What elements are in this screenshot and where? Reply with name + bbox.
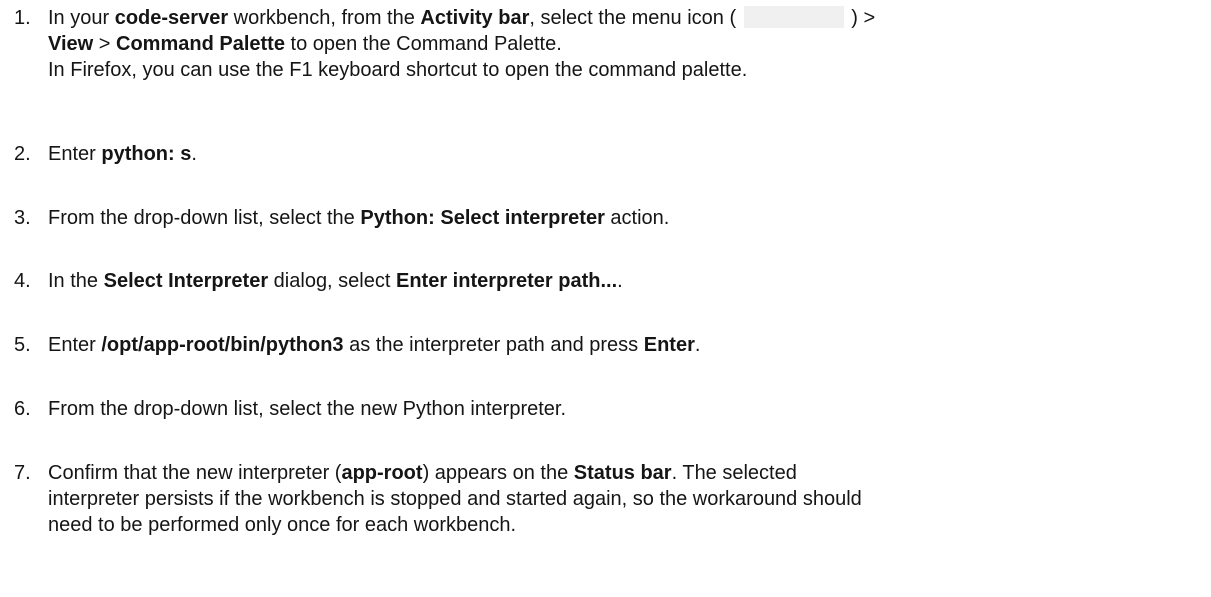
text: interpreter persists if the workbench is… [48, 488, 862, 510]
step-body: From the drop-down list, select the new … [48, 396, 1188, 422]
step-line: In the Select Interpreter dialog, select… [48, 268, 1188, 294]
text: action. [604, 207, 670, 229]
text: workbench, from the [228, 7, 421, 29]
ui-term: View [48, 33, 94, 55]
bold-text: python: s [101, 143, 192, 165]
text: Enter [48, 143, 102, 165]
text: In the [48, 270, 104, 292]
ui-term: Status bar [573, 462, 672, 484]
step-line: In Firefox, you can use the F1 keyboard … [48, 57, 1188, 83]
text: In Firefox, you can use the F1 keyboard … [48, 59, 748, 81]
text: From the drop-down list, select the new … [48, 398, 567, 420]
text: From the drop-down list, select the [48, 207, 361, 229]
text: Confirm that the new interpreter ( [48, 462, 342, 484]
text: ) > [845, 7, 876, 29]
step-body: Enter /opt/app-root/bin/python3 as the i… [48, 332, 1188, 358]
step-line: Enter /opt/app-root/bin/python3 as the i… [48, 332, 1188, 358]
step-line: From the drop-down list, select the new … [48, 396, 1188, 422]
step-number: 6. [14, 398, 31, 420]
step-number: 7. [14, 462, 31, 484]
step-line: Enter python: s. [48, 141, 1188, 167]
text: . [694, 334, 701, 356]
step-body: In the Select Interpreter dialog, select… [48, 268, 1188, 294]
step-body: From the drop-down list, select the Pyth… [48, 205, 1188, 231]
ui-term: Activity bar [420, 7, 530, 29]
ui-term: Command Palette [116, 33, 285, 55]
step-number: 1. [14, 7, 31, 29]
menu-icon [743, 6, 844, 28]
text: . The selected [671, 462, 797, 484]
ui-term: Python: Select interpreter [360, 207, 605, 229]
text: Enter [48, 334, 102, 356]
step-line: Confirm that the new interpreter (app-ro… [48, 460, 1188, 486]
step-number: 5. [14, 334, 31, 356]
step-line: View > Command Palette to open the Comma… [48, 31, 1188, 57]
text: . [617, 270, 623, 292]
step-line: In your code-server workbench, from the … [48, 5, 1188, 31]
ui-term: Enter interpreter path... [395, 270, 618, 292]
text: ) appears on the [422, 462, 574, 484]
text: need to be performed only once for each … [48, 514, 517, 536]
step-line: From the drop-down list, select the Pyth… [48, 205, 1188, 231]
text: to open the Command Palette. [284, 33, 562, 55]
ui-term: Enter [643, 334, 695, 356]
text: dialog, select [268, 270, 396, 292]
bold-text: app-root [341, 462, 423, 484]
text: as the interpreter path and press [343, 334, 644, 356]
text: In your [48, 7, 115, 29]
step-body: In your code-server workbench, from the … [48, 5, 1188, 83]
step-line: need to be performed only once for each … [48, 512, 1188, 538]
step-number: 3. [14, 207, 31, 229]
step-body: Enter python: s. [48, 141, 1188, 167]
bold-text: /opt/app-root/bin/python3 [101, 334, 344, 356]
bold-text: code-server [114, 7, 229, 29]
step-number: 2. [14, 143, 31, 165]
step-line: interpreter persists if the workbench is… [48, 486, 1188, 512]
step-body: Confirm that the new interpreter (app-ro… [48, 460, 1188, 538]
ui-term: Select Interpreter [103, 270, 269, 292]
text: , select the menu icon ( [529, 7, 742, 29]
text: > [93, 33, 117, 55]
document: 1. In your code-server workbench, from t… [0, 0, 1211, 597]
step-number: 4. [14, 270, 31, 292]
text: . [191, 143, 197, 165]
